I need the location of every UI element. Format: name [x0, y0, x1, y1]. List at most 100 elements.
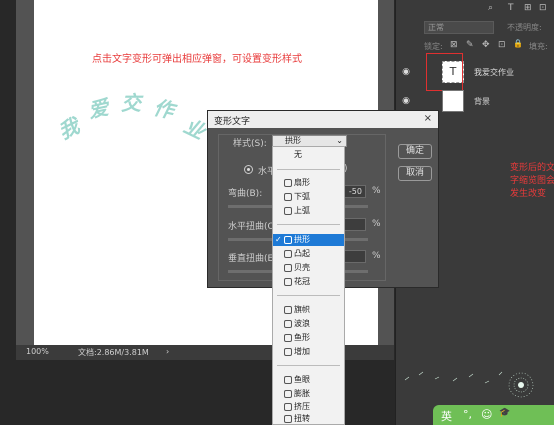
opacity-label: 不透明度:	[507, 23, 542, 32]
dropdown-separator	[277, 169, 340, 170]
dropdown-item-squeeze[interactable]: 挤压	[273, 401, 344, 413]
dropdown-item-flag[interactable]: 旗帜	[273, 304, 344, 316]
dropdown-separator	[277, 295, 340, 296]
type-filter-icon[interactable]: T	[508, 3, 514, 13]
dropdown-item-label: 上弧	[294, 206, 310, 215]
dropdown-item-rise[interactable]: 增加	[273, 346, 344, 358]
dropdown-item-inflate[interactable]: 膨胀	[273, 388, 344, 400]
flower-icon	[284, 278, 292, 286]
zoom-level[interactable]: 100%	[26, 347, 49, 356]
dropdown-item-label: 膨胀	[294, 389, 310, 398]
dropdown-item-label: 增加	[294, 347, 310, 356]
dropdown-item-label: 无	[294, 150, 302, 159]
shell-icon	[284, 264, 292, 272]
dropdown-item-fish[interactable]: 鱼形	[273, 332, 344, 344]
ime-punctuation[interactable]: °,	[463, 408, 472, 421]
ime-skin-icon[interactable]: 🎓	[499, 408, 510, 418]
cancel-button[interactable]: 取消	[398, 166, 432, 181]
dropdown-item-bulge[interactable]: 凸起	[273, 248, 344, 260]
arc-upper-icon	[284, 207, 292, 215]
dropdown-item-flower[interactable]: 花冠	[273, 276, 344, 288]
dandelion-decoration	[404, 371, 534, 398]
style-dropdown: 无 扇形 下弧 上弧 ✓ 拱形 凸起 贝壳 花冠 旗帜 波浪 鱼形 增加 鱼眼 …	[272, 146, 345, 425]
dropdown-item-label: 旗帜	[294, 305, 310, 314]
lock-move-icon[interactable]: ✥	[482, 40, 490, 50]
status-arrow[interactable]: ›	[166, 347, 169, 356]
dropdown-item-label: 下弧	[294, 192, 310, 201]
arch-icon	[284, 236, 292, 244]
dialog-titlebar[interactable]: 变形文字 ×	[208, 111, 438, 128]
dropdown-item-shell[interactable]: 贝壳	[273, 262, 344, 274]
squeeze-icon	[284, 403, 292, 411]
smart-filter-icon[interactable]: ⊡	[539, 3, 547, 13]
v-distort-label: 垂直扭曲(E	[228, 254, 274, 264]
dropdown-item-arc-upper[interactable]: 上弧	[273, 205, 344, 217]
search-icon[interactable]: ⌕	[488, 3, 493, 13]
dropdown-item-label: 凸起	[294, 249, 310, 258]
inflate-icon	[284, 390, 292, 398]
twist-icon	[284, 415, 292, 423]
ime-emoji-icon[interactable]: ☺	[481, 408, 492, 421]
lock-label: 锁定:	[424, 42, 443, 51]
rise-icon	[284, 348, 292, 356]
dropdown-item-arc-lower[interactable]: 下弧	[273, 191, 344, 203]
ime-language[interactable]: 英	[441, 408, 452, 424]
warped-char: 我	[54, 113, 83, 145]
shape-filter-icon[interactable]: ⊞	[524, 3, 532, 13]
bend-percent: %	[372, 186, 381, 196]
dropdown-item-label: 波浪	[294, 319, 310, 328]
blend-mode-select[interactable]: 正常	[424, 21, 494, 34]
dropdown-item-label: 贝壳	[294, 263, 310, 272]
layer-row-text[interactable]: ◉ T 我爱交作业	[396, 57, 554, 87]
visibility-eye-icon[interactable]: ◉	[401, 67, 411, 77]
dialog-title: 变形文字	[214, 117, 251, 127]
canvas-annotation: 点击文字变形可弹出相应弹窗，可设置变形样式	[92, 54, 302, 65]
dropdown-item-label: 鱼眼	[294, 375, 310, 384]
v-distort-percent: %	[372, 251, 381, 261]
dropdown-item-label: 扭转	[294, 414, 310, 423]
dropdown-item-arc[interactable]: 扇形	[273, 177, 344, 189]
horizontal-radio[interactable]	[244, 165, 253, 174]
fisheye-icon	[284, 376, 292, 384]
flag-icon	[284, 306, 292, 314]
bulge-icon	[284, 250, 292, 258]
ime-toolbar[interactable]: 英 °, ☺ 🎓	[433, 405, 554, 425]
lock-artboard-icon[interactable]: ⊡	[498, 40, 506, 50]
dropdown-item-label: 挤压	[294, 402, 310, 411]
dropdown-item-fisheye[interactable]: 鱼眼	[273, 374, 344, 386]
fill-label: 填充:	[529, 42, 548, 51]
h-distort-percent: %	[372, 219, 381, 229]
wave-icon	[284, 320, 292, 328]
arc-icon	[284, 179, 292, 187]
warped-char: 作	[151, 95, 176, 123]
dropdown-separator	[277, 365, 340, 366]
lock-all-icon[interactable]: 🔒	[513, 39, 523, 48]
background-layer-name: 背景	[474, 97, 490, 106]
dropdown-item-none[interactable]: 无	[273, 149, 344, 161]
dropdown-item-label: 扇形	[294, 178, 310, 187]
ok-button[interactable]: 确定	[398, 144, 432, 159]
arc-lower-icon	[284, 193, 292, 201]
warped-text[interactable]: 我 爱 交 作 业	[54, 75, 219, 145]
panel-annotation: 变形后的文字缩览图会发生改变	[510, 163, 554, 199]
fish-icon	[284, 334, 292, 342]
dropdown-item-label: 鱼形	[294, 333, 310, 342]
warped-char: 爱	[86, 95, 111, 123]
dropdown-item-wave[interactable]: 波浪	[273, 318, 344, 330]
dropdown-item-label: 拱形	[294, 235, 310, 244]
dropdown-separator	[277, 224, 340, 225]
bend-label: 弯曲(B):	[228, 189, 263, 199]
warped-char: 交	[121, 91, 141, 115]
visibility-eye-icon[interactable]: ◉	[401, 96, 411, 106]
lock-paint-icon[interactable]: ✎	[466, 40, 474, 50]
close-icon[interactable]: ×	[424, 113, 432, 124]
dropdown-item-twist[interactable]: 扭转	[273, 413, 344, 425]
document-info: 文档:2.86M/3.81M	[78, 348, 149, 357]
h-distort-label: 水平扭曲(O	[228, 222, 275, 232]
dropdown-item-arch[interactable]: ✓ 拱形	[273, 234, 344, 246]
dropdown-item-label: 花冠	[294, 277, 310, 286]
text-layer-name: 我爱交作业	[474, 68, 514, 77]
background-layer-thumbnail	[442, 90, 464, 112]
lock-pixels-icon[interactable]: ⊠	[450, 40, 458, 50]
warped-char: 业	[180, 113, 209, 145]
